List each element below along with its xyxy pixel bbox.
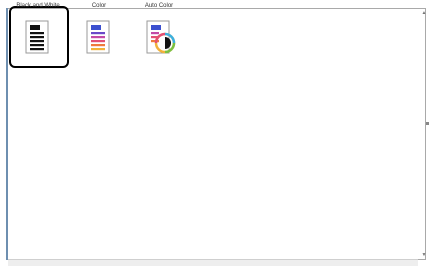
scroll-down-arrow-icon[interactable]: ▼ <box>421 252 427 258</box>
scroll-thumb[interactable] <box>426 122 429 125</box>
bottom-status-bar <box>8 259 418 266</box>
option-color[interactable]: Color <box>67 0 131 54</box>
black-white-document-icon <box>23 20 53 56</box>
option-black-and-white[interactable]: Black and White <box>6 0 70 54</box>
option-label-color: Color <box>91 3 107 9</box>
color-mode-list <box>6 8 426 260</box>
option-label-auto-color: Auto Color <box>144 3 174 9</box>
color-document-icon <box>84 20 114 56</box>
vertical-scrollbar[interactable]: ▲ ▼ <box>421 8 427 260</box>
scroll-up-arrow-icon[interactable]: ▲ <box>421 10 427 16</box>
option-label-black-and-white: Black and White <box>16 3 60 9</box>
left-accent-bar <box>6 8 8 260</box>
auto-color-document-icon <box>144 20 176 56</box>
option-auto-color[interactable]: Auto Color <box>127 0 191 54</box>
